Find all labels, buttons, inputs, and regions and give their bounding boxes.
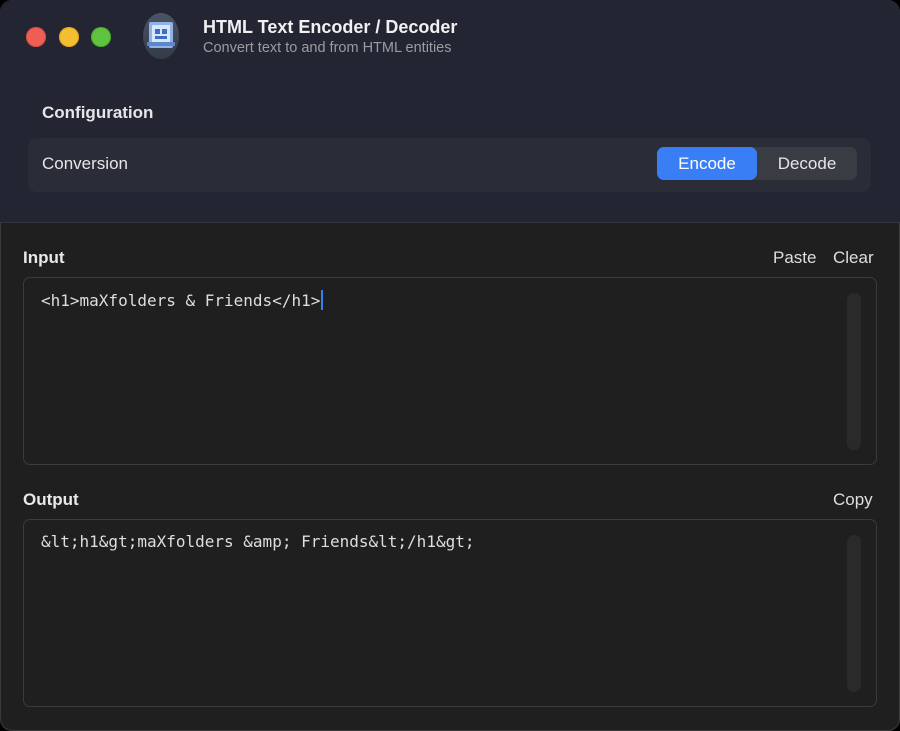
configuration-panel: Conversion Encode Decode [28, 138, 871, 192]
text-caret [321, 290, 324, 310]
app-window: HTML Text Encoder / Decoder Convert text… [0, 0, 900, 731]
input-textarea[interactable]: <h1>maXfolders & Friends</h1> [23, 277, 877, 465]
app-title: HTML Text Encoder / Decoder [203, 17, 458, 37]
output-textarea[interactable]: &lt;h1&gt;maXfolders &amp; Friends&lt;/h… [23, 519, 877, 707]
encode-button[interactable]: Encode [657, 147, 757, 180]
paste-button[interactable]: Paste [773, 248, 816, 268]
input-text-content: <h1>maXfolders & Friends</h1> [41, 290, 324, 310]
close-window-button[interactable] [26, 27, 46, 47]
output-label: Output [23, 490, 79, 509]
decode-button[interactable]: Decode [757, 147, 857, 180]
input-text: <h1>maXfolders & Friends</h1> [41, 291, 321, 310]
clear-button[interactable]: Clear [833, 248, 874, 268]
input-label: Input [23, 248, 65, 267]
configuration-heading: Configuration [42, 103, 154, 122]
copy-button[interactable]: Copy [833, 490, 873, 510]
app-subtitle: Convert text to and from HTML entities [203, 40, 452, 56]
conversion-mode-control: Encode Decode [657, 147, 857, 180]
conversion-label: Conversion [42, 154, 128, 173]
output-scrollbar[interactable] [847, 535, 861, 692]
minimize-window-button[interactable] [59, 27, 79, 47]
input-scrollbar[interactable] [847, 293, 861, 450]
header: HTML Text Encoder / Decoder Convert text… [0, 0, 900, 223]
zoom-window-button[interactable] [91, 27, 111, 47]
app-icon [141, 12, 181, 60]
output-text: &lt;h1&gt;maXfolders &amp; Friends&lt;/h… [41, 532, 475, 551]
